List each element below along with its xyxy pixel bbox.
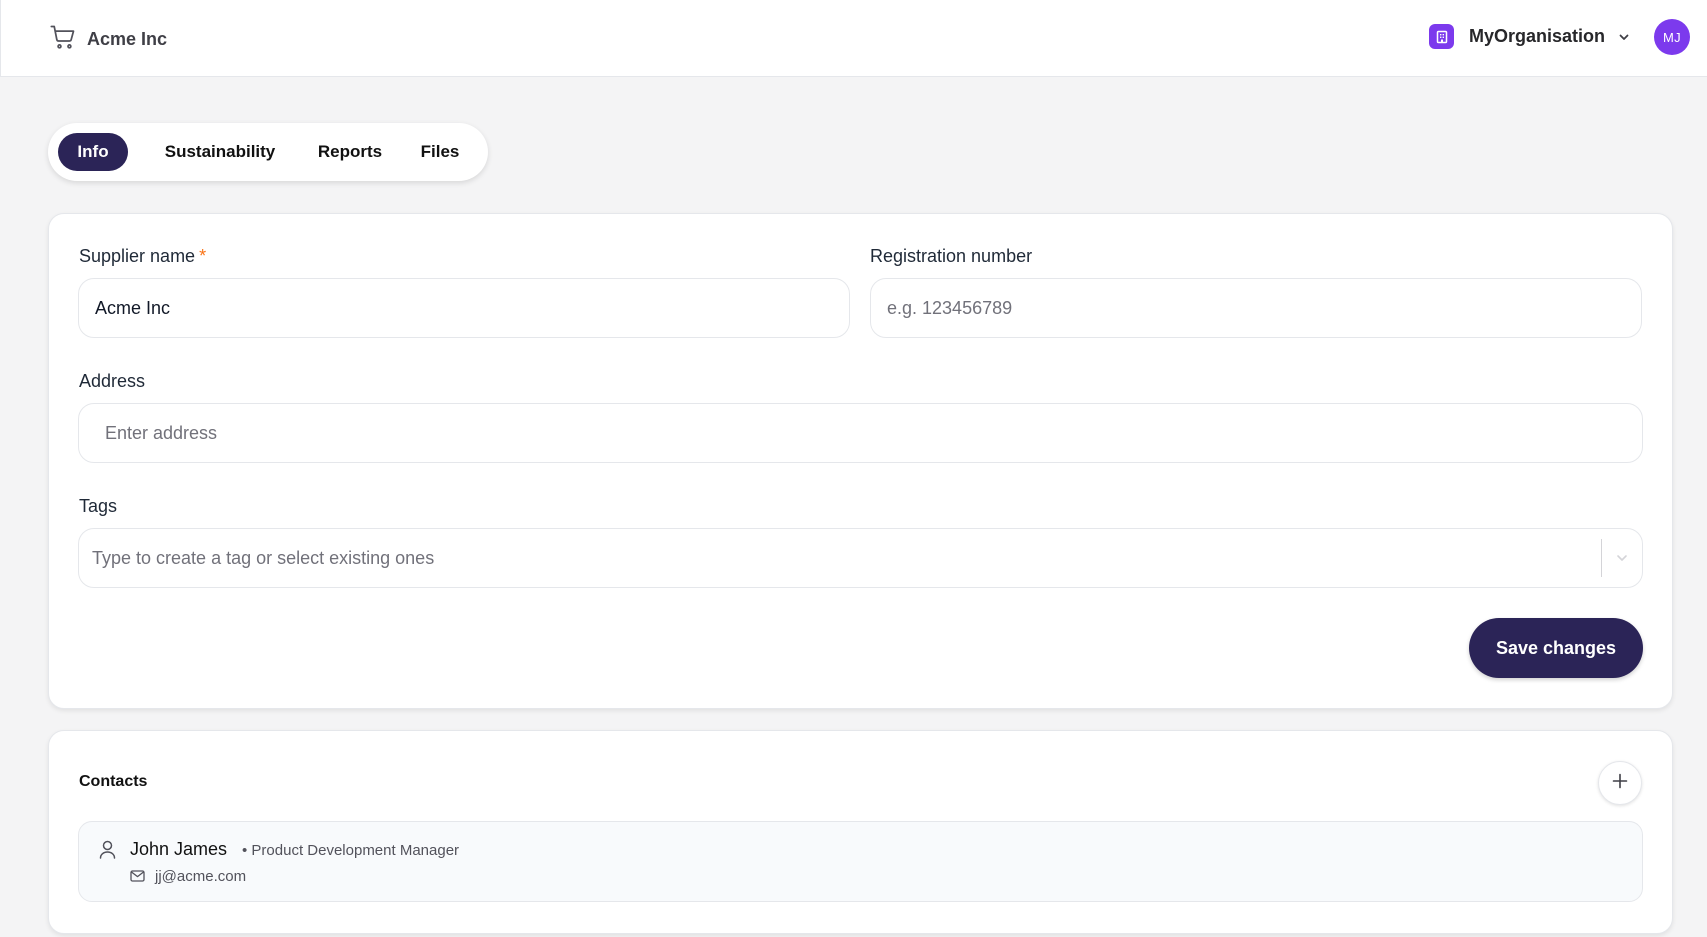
tags-label: Tags [79,496,118,516]
address-label: Address [79,371,146,391]
chevron-down-icon [1617,30,1631,44]
chevron-down-icon[interactable] [1614,550,1630,571]
building-icon [1429,24,1454,49]
registration-number-placeholder: e.g. 123456789 [887,297,1013,318]
organisation-name: MyOrganisation [1469,26,1606,46]
required-marker: * [199,246,207,266]
contact-email[interactable]: jj@acme.com [155,868,246,885]
address-placeholder: Enter address [105,422,218,443]
organisation-switcher[interactable]: MyOrganisation [1429,24,1631,49]
tab-reports[interactable]: Reports [306,133,394,171]
supplier-name-value: Acme Inc [95,297,171,318]
contact-role: • Product Development Manager [242,842,460,859]
tags-divider [1601,539,1602,577]
save-changes-button[interactable]: Save changes [1469,618,1643,678]
user-icon [99,840,116,864]
tab-info[interactable]: Info [58,133,128,171]
user-avatar[interactable]: MJ [1654,19,1690,55]
brand[interactable]: Acme Inc [49,23,167,56]
registration-number-label: Registration number [870,246,1033,266]
tab-bar: Info Sustainability Reports Files [48,123,488,181]
tab-sustainability[interactable]: Sustainability [146,133,294,171]
plus-icon [1611,772,1629,795]
supplier-name-label: Supplier name * [79,246,206,267]
contact-name: John James [130,839,228,859]
tab-files[interactable]: Files [412,133,468,171]
top-bar: Acme Inc MyOrganisation MJ [0,0,1707,77]
tags-placeholder: Type to create a tag or select existing … [92,547,435,568]
add-contact-button[interactable] [1598,761,1642,805]
contacts-title: Contacts [79,773,148,790]
supplier-name-label-text: Supplier name [79,246,196,266]
tags-select[interactable]: Type to create a tag or select existing … [78,528,1643,588]
supplier-name-input[interactable]: Acme Inc [78,278,850,338]
mail-icon [130,869,145,887]
contact-item[interactable]: John James • Product Development Manager… [78,821,1643,902]
registration-number-input[interactable]: e.g. 123456789 [870,278,1642,338]
address-input[interactable]: Enter address [78,403,1643,463]
cart-icon [49,23,77,56]
company-name: Acme Inc [87,29,168,49]
